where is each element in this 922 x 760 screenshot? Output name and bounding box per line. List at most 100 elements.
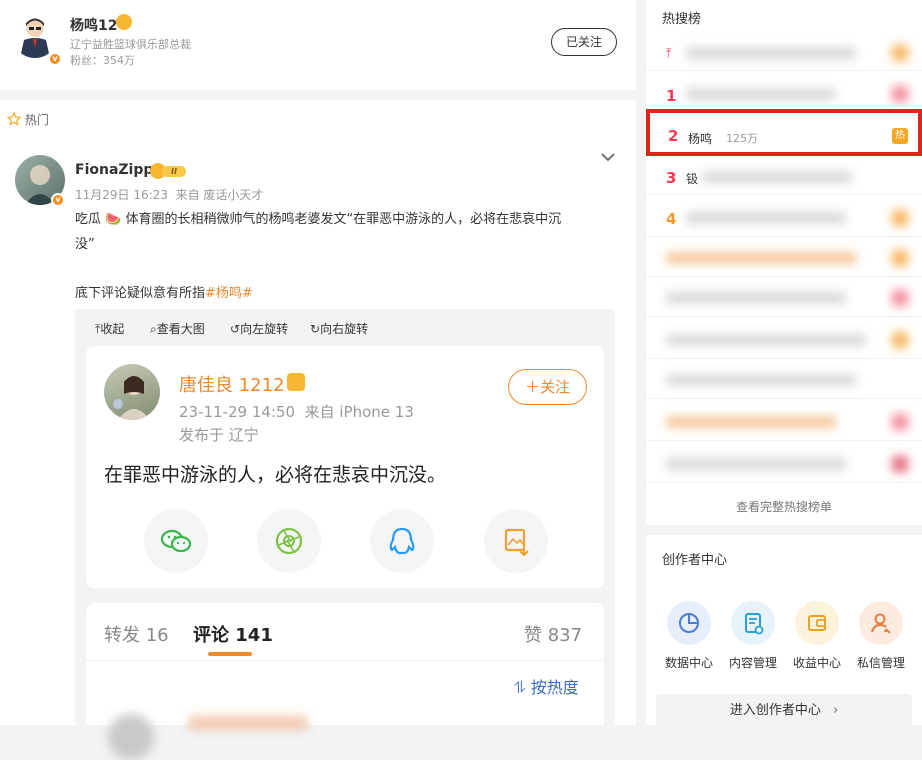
hot-section-label: 热门 bbox=[24, 113, 49, 127]
creator-item-label: 私信管理 bbox=[856, 656, 905, 670]
rotate-left-tool[interactable]: ↺向左旋转 bbox=[230, 320, 288, 337]
creator-item-label: 收益中心 bbox=[792, 656, 841, 670]
profile-fans: 粉丝：354万 bbox=[70, 54, 135, 67]
hot-keyword-partial: 钑 bbox=[686, 172, 699, 186]
moments-icon bbox=[257, 509, 321, 573]
hot-row-blurred[interactable] bbox=[646, 362, 922, 399]
rotate-left-icon: ↺ bbox=[230, 322, 241, 336]
collapse-label: 收起 bbox=[100, 322, 125, 336]
hashtag-link[interactable]: #杨鸣# bbox=[205, 286, 253, 301]
embedded-avatar bbox=[104, 364, 160, 420]
save-image-icon bbox=[484, 509, 548, 573]
profile-title: 辽宁益胜篮球俱乐部总裁 bbox=[70, 38, 191, 51]
hot-tag-icon bbox=[892, 86, 908, 102]
post-text-body: 底下评论疑似意有所指 bbox=[75, 286, 206, 301]
comment-tab-underline bbox=[208, 652, 252, 656]
embedded-follow-button: ＋关注 bbox=[508, 369, 587, 405]
view-full-hot-search-link[interactable]: 查看完整热搜榜单 bbox=[646, 498, 922, 515]
pin-icon: ⤒ bbox=[666, 46, 672, 60]
post-text-line2: 没” bbox=[75, 237, 95, 252]
comment-tab: 评论 141 bbox=[193, 625, 273, 646]
profile-card: v 杨鸣12 辽宁益胜篮球俱乐部总裁 粉丝：354万 已关注 bbox=[0, 0, 636, 90]
verified-badge-icon: v bbox=[48, 52, 62, 66]
hot-tag-icon bbox=[892, 414, 908, 430]
hot-row-blurred[interactable] bbox=[646, 280, 922, 317]
vip-badge: II bbox=[150, 163, 188, 179]
hot-search-title: 热搜榜 bbox=[662, 12, 702, 27]
hot-row-2-highlight[interactable]: 2 杨鸣 125万 热 bbox=[646, 109, 922, 156]
level-badge: II bbox=[162, 166, 186, 177]
rank-number: 2 bbox=[668, 127, 679, 145]
hot-row-blur bbox=[666, 252, 856, 264]
chevron-down-icon[interactable] bbox=[600, 151, 616, 163]
hot-tag-icon bbox=[892, 290, 908, 306]
view-large-tool[interactable]: ⌕查看大图 bbox=[150, 320, 205, 337]
creator-content-management[interactable]: 内容管理 bbox=[723, 601, 783, 671]
view-large-label: 查看大图 bbox=[156, 322, 205, 336]
hot-count: 125万 bbox=[726, 132, 758, 145]
unfollow-button[interactable]: 已关注 bbox=[551, 28, 617, 56]
hot-section-header: 热门 bbox=[6, 111, 49, 128]
avatar[interactable] bbox=[12, 12, 58, 58]
hot-row-1[interactable]: 1 bbox=[646, 74, 922, 111]
hot-tag-icon bbox=[892, 210, 908, 226]
embedded-time: 23-11-29 14:50 来自 iPhone 13 bbox=[179, 403, 414, 421]
creator-data-center[interactable]: 数据中心 bbox=[659, 601, 719, 671]
hot-row-pinned[interactable]: ⤒ bbox=[646, 34, 922, 71]
hot-row-blur bbox=[702, 171, 852, 183]
comment-name-partial bbox=[188, 716, 308, 730]
hot-search-card: 热搜榜 ⤒ 1 2 杨鸣 125万 热 3 钑 4 查看完整热搜榜单 bbox=[646, 0, 922, 525]
embedded-crown-icon bbox=[287, 373, 305, 391]
post-text-line3: 底下评论疑似意有所指#杨鸣# bbox=[75, 282, 253, 301]
message-user-icon bbox=[859, 601, 903, 645]
embedded-location: 发布于 辽宁 bbox=[179, 426, 259, 444]
rank-number: 4 bbox=[666, 210, 677, 228]
collapse-tool[interactable]: ⤒收起 bbox=[95, 320, 124, 337]
hot-row-blurred[interactable] bbox=[646, 446, 922, 483]
creator-center-title: 创作者中心 bbox=[662, 553, 728, 568]
sort-by-hot: ⥮ 按热度 bbox=[514, 674, 579, 698]
hot-row-blur bbox=[686, 88, 836, 100]
post-text-line1: 吃瓜 🍉 体育圈的长相稍微帅气的杨鸣老婆发文“在罪恶中游泳的人，必将在悲哀中沉 bbox=[75, 212, 562, 227]
enter-creator-center-label: 进入创作者中心 bbox=[729, 703, 821, 718]
hot-tag-icon bbox=[892, 456, 908, 472]
rotate-right-label: 向右旋转 bbox=[320, 322, 369, 336]
data-chart-icon bbox=[667, 601, 711, 645]
rank-number: 3 bbox=[666, 169, 677, 187]
hot-row-blur bbox=[666, 458, 846, 470]
hot-row-4[interactable]: 4 bbox=[646, 200, 922, 237]
enter-creator-center-button[interactable]: 进入创作者中心 › bbox=[656, 694, 912, 728]
sort-label: 按热度 bbox=[530, 678, 579, 697]
tabs-divider bbox=[86, 660, 604, 661]
hot-row-blur bbox=[686, 212, 846, 224]
hot-row-blur bbox=[666, 292, 846, 304]
content-doc-icon bbox=[731, 601, 775, 645]
post-author[interactable]: FionaZipp bbox=[75, 162, 153, 178]
wallet-icon bbox=[795, 601, 839, 645]
hot-row-blurred[interactable] bbox=[646, 404, 922, 441]
embedded-name: 唐佳良 1212 bbox=[179, 375, 285, 396]
hot-row-blurred[interactable] bbox=[646, 322, 922, 359]
post-verified-icon: v bbox=[51, 193, 65, 207]
hot-tag-icon bbox=[892, 332, 908, 348]
hot-row-blur bbox=[686, 47, 856, 59]
hot-tag-icon bbox=[892, 250, 908, 266]
qq-icon bbox=[370, 509, 434, 573]
repost-tab: 转发 16 bbox=[104, 625, 169, 646]
creator-message-management[interactable]: 私信管理 bbox=[851, 601, 911, 671]
hot-row-blur bbox=[666, 416, 836, 428]
comment-avatar-partial bbox=[108, 714, 154, 760]
rotate-right-tool[interactable]: ↻向右旋转 bbox=[310, 320, 368, 337]
hot-row-3[interactable]: 3 钑 bbox=[646, 158, 922, 195]
chevron-right-icon: › bbox=[832, 703, 839, 718]
hot-tag-icon: 热 bbox=[892, 128, 908, 144]
post-meta[interactable]: 11月29日 16:23 来自 废话小天才 bbox=[75, 186, 263, 203]
star-icon bbox=[6, 111, 22, 126]
creator-revenue-center[interactable]: 收益中心 bbox=[787, 601, 847, 671]
hot-row-blur bbox=[666, 334, 866, 346]
crown-badge-icon bbox=[116, 14, 132, 30]
embedded-content: 在罪恶中游泳的人，必将在悲哀中沉没。 bbox=[104, 464, 447, 486]
wechat-icon bbox=[144, 509, 208, 573]
hot-row-blurred[interactable] bbox=[646, 240, 922, 277]
profile-name[interactable]: 杨鸣12 bbox=[70, 15, 117, 35]
